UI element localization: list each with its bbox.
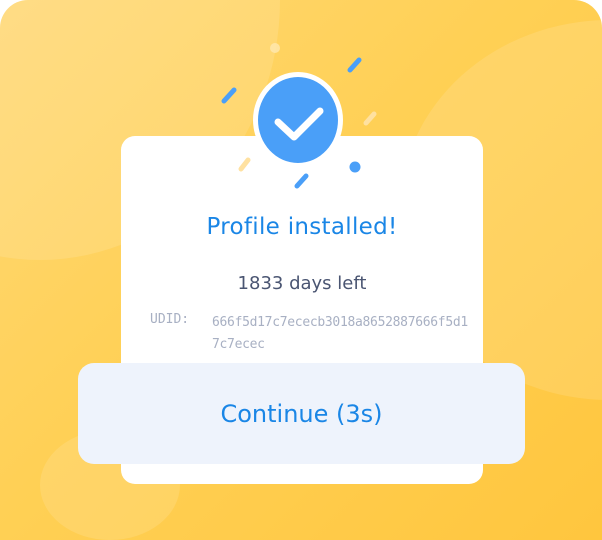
continue-button[interactable]: Continue (3s) [78,363,525,464]
udid-label: UDID: [150,312,190,327]
checkmark-circle-icon [253,72,343,168]
udid-value: 666f5d17c7ececb3018a8652887666f5d17c7ece… [212,315,468,352]
days-left: 1833 days left [237,273,367,294]
success-title: Profile installed! [206,214,398,240]
